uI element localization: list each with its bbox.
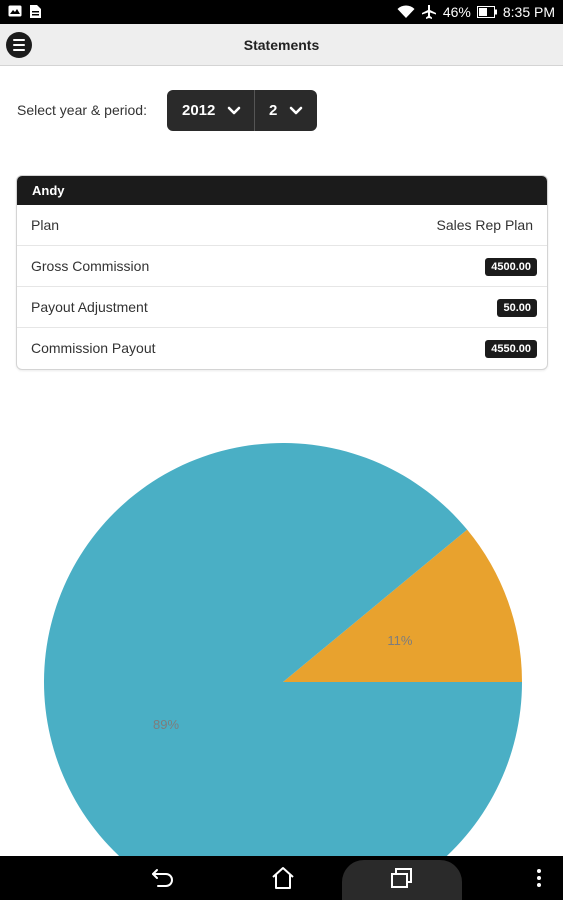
card-header-name: Andy	[17, 176, 547, 205]
back-icon[interactable]	[150, 866, 176, 890]
gross-commission-row: Gross Commission 4500.00	[17, 246, 547, 287]
image-notification-icon	[8, 5, 22, 17]
payout-adjustment-row: Payout Adjustment 50.00	[17, 287, 547, 328]
pie-chart-svg: 11% 89%	[44, 443, 522, 856]
wifi-icon	[397, 5, 415, 18]
navigation-bar	[0, 856, 563, 900]
statement-card: Andy Plan Sales Rep Plan Gross Commissio…	[16, 175, 548, 370]
recents-icon[interactable]	[389, 866, 415, 890]
row-label: Gross Commission	[31, 258, 150, 274]
commission-pie-chart: 11% 89%	[0, 420, 563, 856]
select-year-period-label: Select year & period:	[17, 102, 147, 118]
file-notification-icon	[30, 5, 41, 18]
pie-slice-label-1: 89%	[153, 717, 179, 732]
clock: 8:35 PM	[502, 4, 555, 20]
page-title: Statements	[243, 37, 320, 53]
year-select[interactable]: 2012	[167, 90, 255, 131]
year-value: 2012	[182, 102, 216, 119]
title-bar: Statements	[0, 24, 563, 66]
status-bar: 46% 8:35 PM	[0, 0, 563, 24]
year-period-selector: 2012 2	[167, 90, 317, 131]
airplane-icon	[421, 5, 436, 19]
gross-commission-badge: 4500.00	[485, 258, 537, 276]
battery-percent: 46%	[442, 4, 471, 20]
overflow-menu-icon[interactable]	[534, 866, 544, 890]
pie-slice-label-0: 11%	[387, 633, 412, 648]
row-label: Plan	[31, 217, 60, 233]
period-value: 2	[269, 102, 278, 119]
payout-adjustment-badge: 50.00	[497, 299, 537, 317]
commission-payout-row: Commission Payout 4550.00	[17, 328, 547, 369]
commission-payout-badge: 4550.00	[485, 340, 537, 358]
chevron-down-icon	[228, 106, 241, 114]
menu-icon[interactable]	[6, 32, 32, 58]
plan-value: Sales Rep Plan	[436, 217, 533, 233]
row-label: Commission Payout	[31, 340, 156, 356]
chevron-down-icon	[290, 106, 303, 114]
period-select[interactable]: 2	[255, 90, 317, 131]
plan-row: Plan Sales Rep Plan	[17, 205, 547, 246]
home-icon[interactable]	[270, 866, 296, 890]
row-label: Payout Adjustment	[31, 299, 148, 315]
battery-icon	[476, 6, 497, 18]
